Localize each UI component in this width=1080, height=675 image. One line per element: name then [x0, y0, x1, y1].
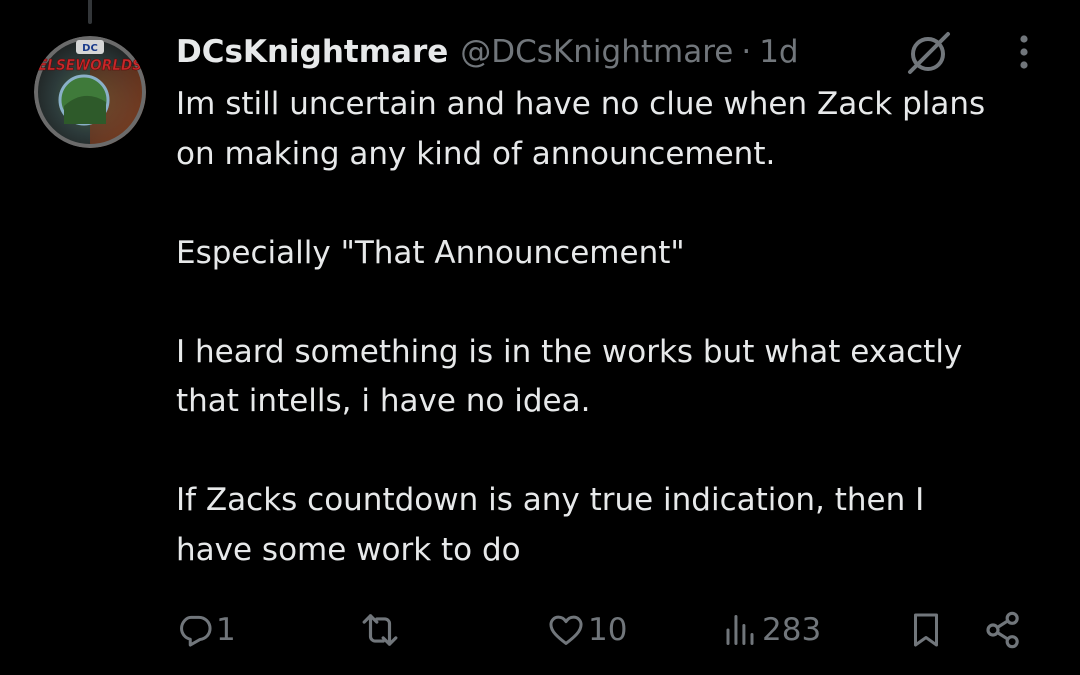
- avatar[interactable]: DC ELSEWORLDS: [34, 36, 146, 148]
- display-name[interactable]: DCsKnightmare: [176, 34, 448, 70]
- timestamp[interactable]: 1d: [759, 34, 798, 70]
- tweet-line: have some work to do: [176, 531, 521, 568]
- tweet-header: DCsKnightmare @DCsKnightmare · 1d: [176, 30, 799, 74]
- views-icon: [726, 615, 754, 645]
- like-button[interactable]: 10: [546, 603, 627, 657]
- view-count: 283: [762, 612, 822, 648]
- reply-icon: [180, 615, 212, 647]
- bookmark-button[interactable]: [908, 603, 944, 657]
- bookmark-icon: [914, 613, 938, 647]
- thread-connector-line: [88, 0, 92, 24]
- separator-dot: ·: [741, 34, 752, 70]
- svg-text:ELSEWORLDS: ELSEWORLDS: [38, 56, 142, 74]
- tweet-line: If Zacks countdown is any true indicatio…: [176, 482, 925, 518]
- grok-icon[interactable]: [902, 26, 954, 78]
- retweet-icon: [362, 614, 398, 646]
- tweet-line: Im still uncertain and have no clue when…: [176, 86, 986, 122]
- retweet-button[interactable]: [356, 603, 406, 657]
- tweet-line: that intells, i have no idea.: [176, 383, 591, 419]
- tweet-line: Especially "That Announcement": [176, 234, 685, 271]
- share-button[interactable]: [982, 603, 1024, 657]
- svg-text:DC: DC: [82, 43, 98, 54]
- views-button[interactable]: 283: [722, 603, 821, 657]
- like-count: 10: [588, 612, 628, 648]
- reply-button[interactable]: 1: [176, 603, 236, 657]
- avatar-image: DC ELSEWORLDS: [34, 36, 146, 148]
- tweet-text: Im still uncertain and have no clue when…: [176, 80, 1056, 575]
- user-handle[interactable]: @DCsKnightmare: [460, 34, 733, 70]
- heart-icon: [549, 615, 583, 645]
- share-icon: [986, 611, 1019, 649]
- reply-count: 1: [216, 612, 236, 648]
- action-bar: 1 10 283: [0, 603, 1080, 657]
- more-vertical-icon[interactable]: [1004, 30, 1044, 74]
- tweet-line: on making any kind of announcement.: [176, 135, 776, 172]
- tweet-line: I heard something is in the works but wh…: [176, 333, 963, 370]
